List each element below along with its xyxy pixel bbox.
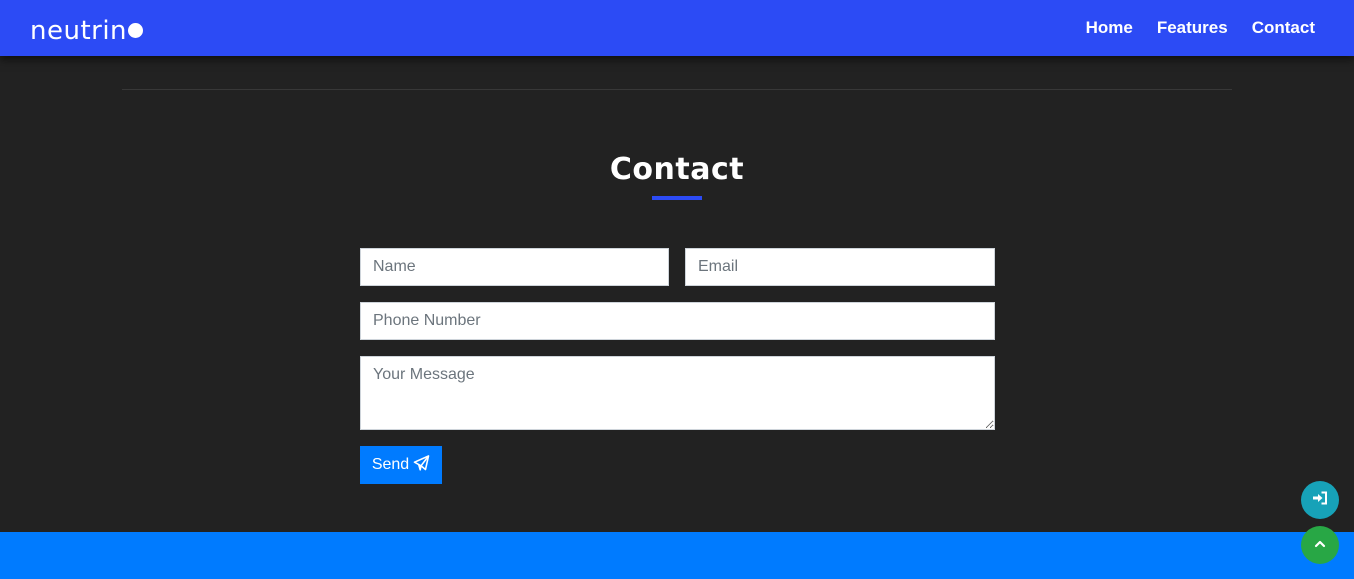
nav-link-contact[interactable]: Contact — [1252, 17, 1315, 39]
title-underline — [652, 196, 702, 200]
nav-links: Home Features Contact — [1086, 17, 1315, 39]
brand-name: neutrin — [30, 16, 128, 46]
chevron-up-icon — [1314, 536, 1326, 554]
email-input[interactable] — [685, 248, 995, 286]
navbar: neutrin Home Features Contact — [0, 0, 1354, 56]
sign-in-icon — [1312, 491, 1328, 510]
section-divider — [122, 89, 1232, 90]
send-button[interactable]: Send — [360, 446, 442, 484]
phone-input[interactable] — [360, 302, 995, 340]
message-textarea[interactable] — [360, 356, 995, 430]
send-button-label: Send — [371, 456, 410, 473]
brand-logo[interactable]: neutrin — [30, 15, 144, 47]
login-floating-button[interactable] — [1301, 481, 1339, 519]
brand-dot-icon — [128, 23, 144, 38]
nav-link-features[interactable]: Features — [1157, 17, 1228, 39]
nav-link-home[interactable]: Home — [1086, 17, 1133, 39]
name-input[interactable] — [360, 248, 669, 286]
contact-title: Contact — [609, 152, 745, 187]
paper-plane-icon — [413, 454, 430, 476]
footer-band — [0, 532, 1354, 579]
back-to-top-button[interactable] — [1301, 526, 1339, 564]
